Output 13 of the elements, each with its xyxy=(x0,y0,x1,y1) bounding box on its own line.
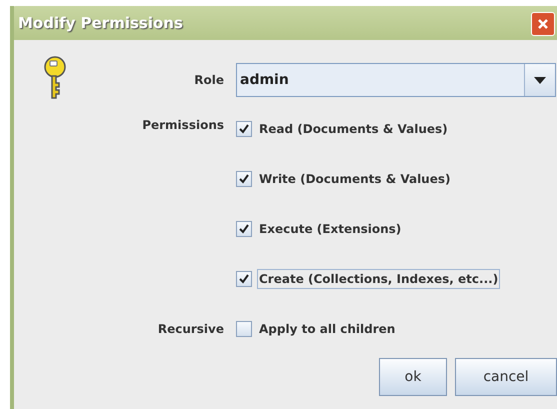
checkbox-label[interactable]: Apply to all children xyxy=(257,319,398,339)
dropdown-value: admin xyxy=(239,72,290,88)
window-title: Modify Permissions xyxy=(18,14,183,32)
cancel-button[interactable]: cancel xyxy=(455,358,557,396)
ok-button[interactable]: ok xyxy=(379,358,447,396)
field-label: Role xyxy=(194,73,224,87)
checkbox-label[interactable]: Execute (Extensions) xyxy=(257,219,404,239)
checkbox-label[interactable]: Read (Documents & Values) xyxy=(257,119,450,139)
checkbox-label[interactable]: Write (Documents & Values) xyxy=(257,169,452,189)
role-dropdown[interactable]: admin xyxy=(236,63,556,97)
field-label: Recursive xyxy=(158,322,224,336)
checkbox-label[interactable]: Create (Collections, Indexes, etc...) xyxy=(257,269,500,289)
field-label: Permissions xyxy=(142,118,224,132)
